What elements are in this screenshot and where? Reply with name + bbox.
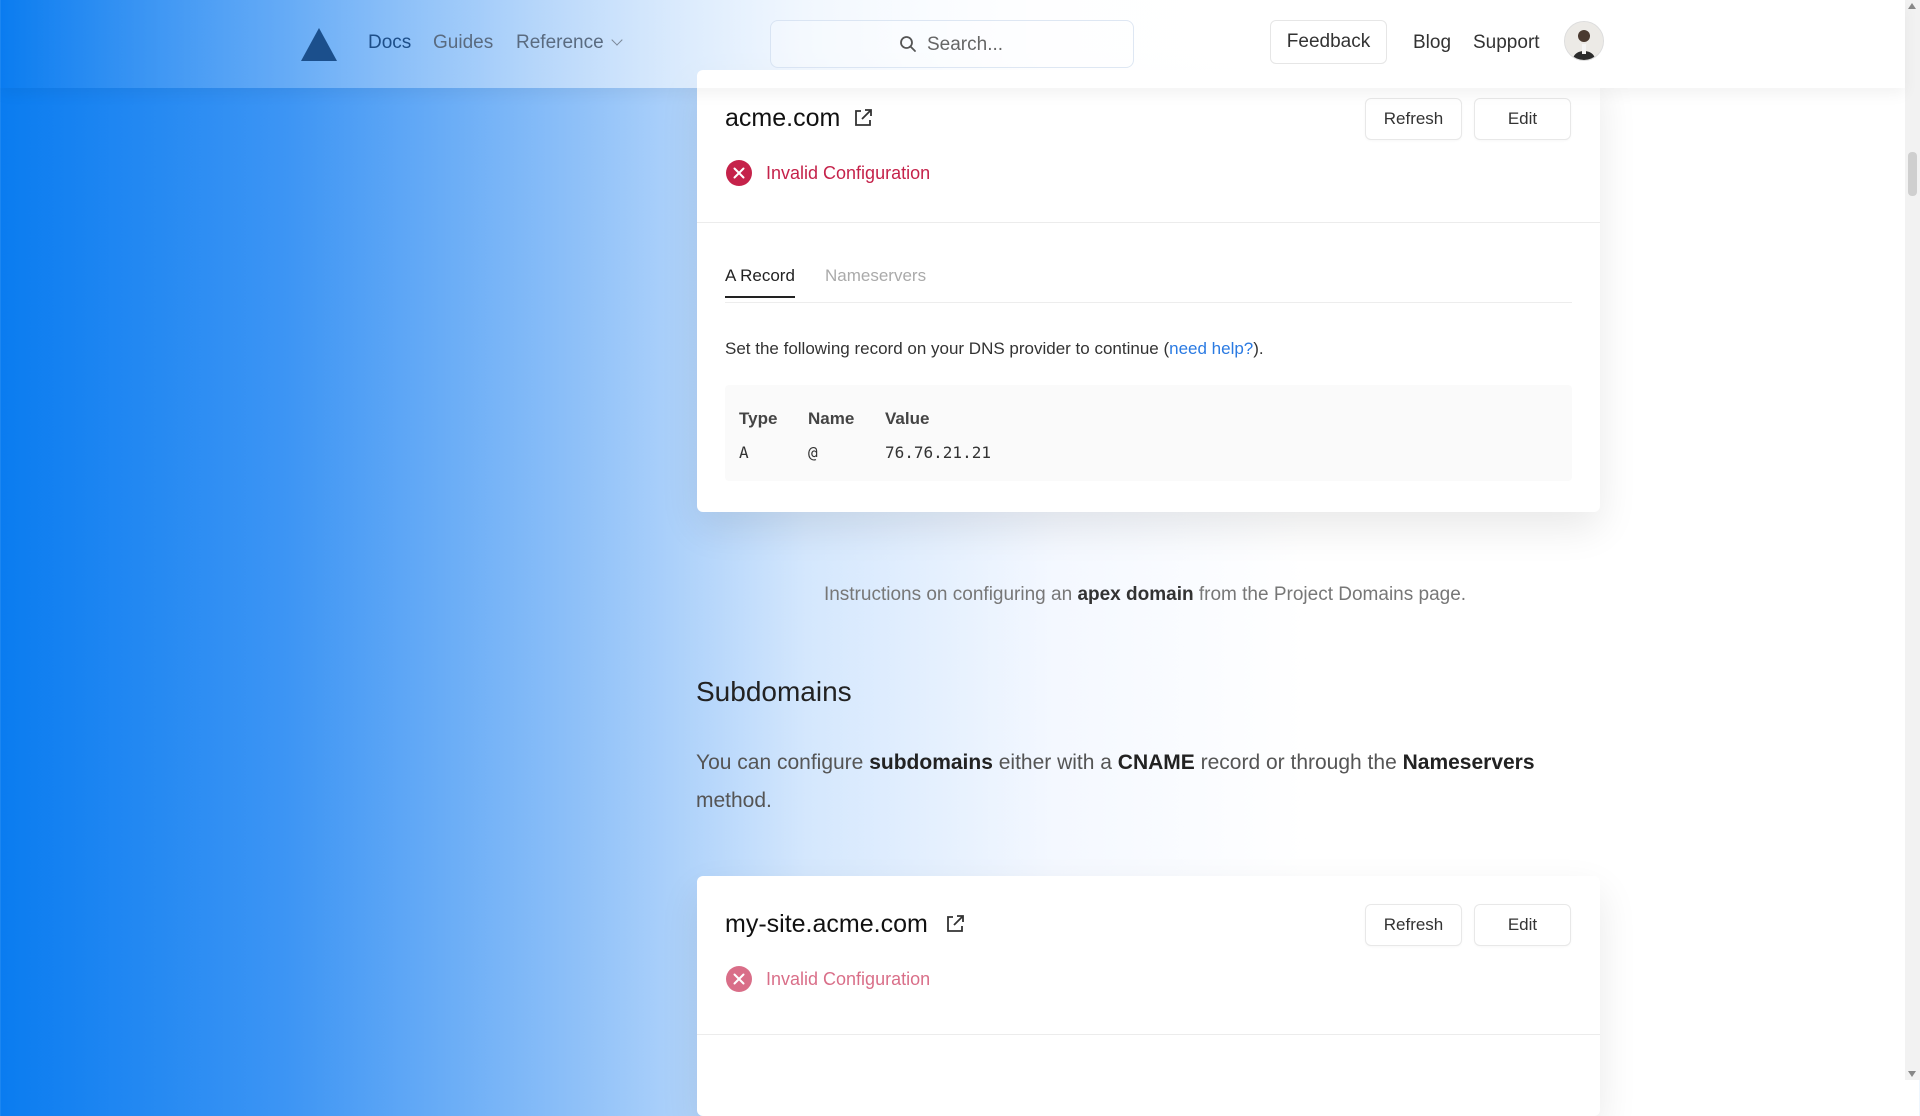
user-avatar-icon (1565, 22, 1603, 60)
tab-nameservers[interactable]: Nameservers (825, 266, 926, 296)
status-text: Invalid Configuration (766, 163, 931, 183)
record-tabs: A Record Nameservers (725, 266, 1572, 303)
section-heading-subdomains: Subdomains (696, 676, 852, 707)
table-header-value: Value (885, 409, 930, 428)
search-icon (900, 36, 916, 52)
figure-caption: Instructions on configuring an apex doma… (0, 584, 1920, 606)
caption-bold: apex domain (1077, 584, 1194, 605)
error-x-icon (726, 160, 752, 186)
para-text-2: either with a (992, 751, 1118, 774)
domain-title[interactable]: my-site.acme.com (725, 910, 928, 939)
table-header-name: Name (808, 409, 855, 428)
need-help-link[interactable]: need help? (1169, 339, 1253, 358)
external-link-icon[interactable] (852, 107, 874, 129)
para-text-3: record or through the (1194, 751, 1403, 774)
error-x-icon (726, 966, 752, 992)
chevron-down-icon (611, 34, 623, 46)
domain-card-header: acme.com Refresh Edit Invalid Configurat… (697, 70, 1600, 223)
subdomains-paragraph: You can configure subdomains either with… (696, 744, 1596, 820)
search-input[interactable] (925, 31, 1119, 59)
nav-guides-link[interactable]: Guides (433, 32, 493, 54)
scroll-up-arrow-icon[interactable] (1908, 3, 1916, 9)
dns-record-table: Type Name Value A @ 76.76.21.21 (725, 385, 1572, 481)
para-bold-subdomains: subdomains (869, 751, 993, 774)
nav-blog-link[interactable]: Blog (1413, 32, 1451, 54)
para-text-4: method. (696, 789, 772, 812)
nav-docs-link[interactable]: Docs (368, 32, 411, 54)
para-bold-cname: CNAME (1117, 751, 1195, 774)
para-bold-nameservers: Nameservers (1402, 751, 1535, 774)
dns-instructions: Set the following record on your DNS pro… (725, 339, 1264, 359)
edit-button[interactable]: Edit (1474, 904, 1571, 946)
feedback-button[interactable]: Feedback (1270, 20, 1387, 64)
user-avatar[interactable] (1564, 21, 1604, 61)
domain-title[interactable]: acme.com (725, 104, 840, 133)
domain-card-header: my-site.acme.com Refresh Edit Invalid Co… (697, 876, 1600, 1035)
nav-reference-label: Reference (516, 32, 604, 53)
caption-suffix: from the Project Domains page. (1193, 584, 1467, 605)
para-text-1: You can configure (696, 751, 870, 774)
refresh-button[interactable]: Refresh (1365, 98, 1462, 140)
instruction-text: Set the following record on your DNS pro… (725, 339, 1170, 358)
caption-text: Instructions on configuring an (823, 584, 1078, 605)
scroll-down-arrow-icon[interactable] (1908, 1071, 1916, 1077)
top-navbar: Docs Guides Reference Feedback Blog Supp… (0, 0, 1905, 88)
table-header-type: Type (739, 409, 778, 428)
instruction-suffix: ). (1253, 339, 1264, 358)
table-cell-name: @ (808, 443, 818, 462)
external-link-icon[interactable] (944, 913, 966, 935)
refresh-button[interactable]: Refresh (1365, 904, 1462, 946)
status-text: Invalid Configuration (766, 969, 931, 989)
nav-reference-dropdown[interactable]: Reference (516, 32, 623, 54)
vertical-scrollbar[interactable] (1905, 0, 1920, 1080)
table-cell-type: A (739, 443, 749, 462)
scrollbar-thumb[interactable] (1908, 152, 1917, 196)
search-box[interactable] (770, 20, 1134, 68)
table-cell-value[interactable]: 76.76.21.21 (885, 443, 991, 462)
tab-a-record[interactable]: A Record (725, 266, 795, 298)
domain-card-my-site: my-site.acme.com Refresh Edit Invalid Co… (697, 876, 1600, 1116)
edit-button[interactable]: Edit (1474, 98, 1571, 140)
domain-card-acme: acme.com Refresh Edit Invalid Configurat… (697, 70, 1600, 512)
triangle-logo-icon[interactable] (300, 26, 338, 62)
nav-support-link[interactable]: Support (1473, 32, 1540, 54)
